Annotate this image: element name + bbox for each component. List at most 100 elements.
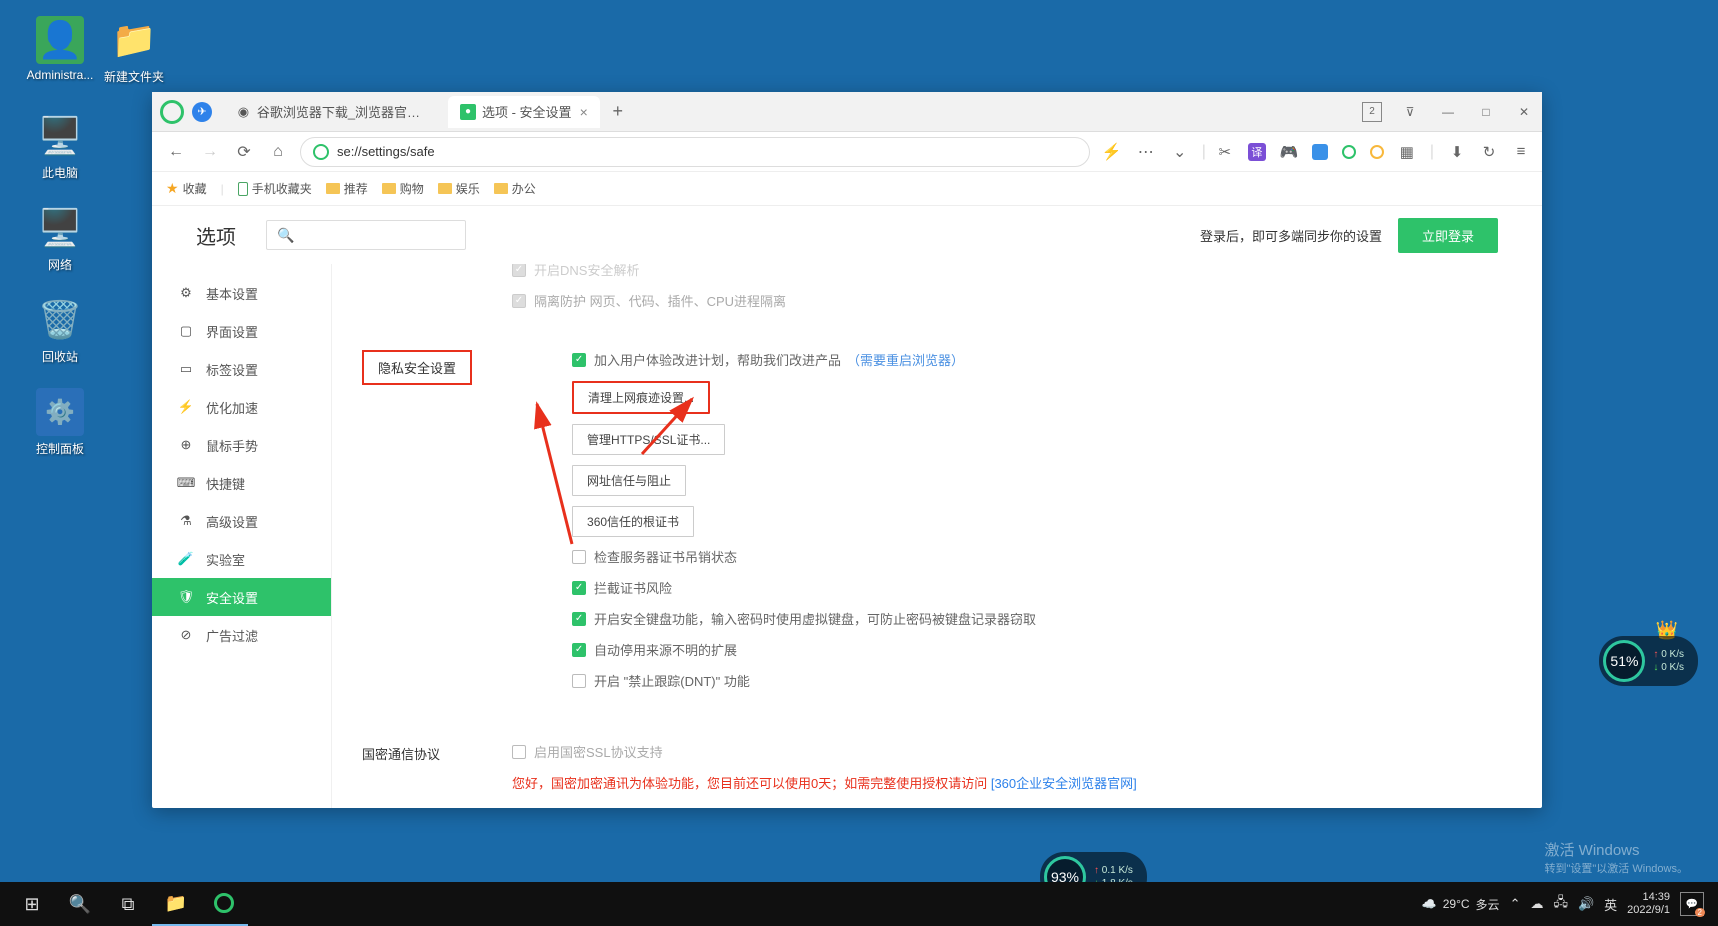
settings-content[interactable]: ✓开启DNS安全解析 ✓隔离防护 网页、代码、插件、CPU进程隔离 隐私安全设置… [332, 264, 1542, 808]
menu-icon[interactable]: ≡ [1512, 143, 1530, 161]
desktop-icon-admin[interactable]: 👤Administra... [20, 16, 100, 82]
bookmarks-bar: ★收藏 | 手机收藏夹 推荐 购物 娱乐 办公 [152, 172, 1542, 206]
url-text: se://settings/safe [337, 144, 435, 159]
login-button[interactable]: 立即登录 [1398, 218, 1498, 253]
desktop-icon-controlpanel[interactable]: ⚙️控制面板 [20, 388, 100, 457]
weather-desc: 多云 [1476, 896, 1500, 913]
pin-icon[interactable]: ⊽ [1400, 102, 1420, 122]
bookmark-folder-entertainment[interactable]: 娱乐 [438, 180, 480, 197]
sidebar-item-mouse[interactable]: ⊕鼠标手势 [152, 426, 331, 464]
reload-button[interactable]: ⟳ [232, 140, 256, 164]
settings-tab-icon: ● [460, 104, 476, 120]
search-button[interactable]: 🔍 [56, 882, 104, 926]
start-button[interactable]: ⊞ [8, 882, 56, 926]
tray-volume-icon[interactable]: 🔊 [1578, 896, 1594, 912]
sidebar-item-interface[interactable]: ▢界面设置 [152, 312, 331, 350]
checkbox-secure-kbd[interactable]: ✓开启安全键盘功能，输入密码时使用虚拟键盘，可防止密码被键盘记录器窃取 [572, 609, 1512, 628]
sidebar-item-speed[interactable]: ⚡优化加速 [152, 388, 331, 426]
tab-count-badge[interactable]: 2 [1362, 102, 1382, 122]
bookmark-folder-shopping[interactable]: 购物 [382, 180, 424, 197]
chevron-down-icon[interactable]: ⌄ [1168, 140, 1192, 164]
tab-chrome-download[interactable]: ◉谷歌浏览器下载_浏览器官网入口 [224, 96, 444, 128]
browser-window: ✈ ◉谷歌浏览器下载_浏览器官网入口 ● 选项 - 安全设置 × + 2 ⊽ — □… [152, 92, 1542, 808]
checkbox-icon: ✓ [512, 264, 526, 277]
close-button[interactable]: ✕ [1514, 102, 1534, 122]
forward-button[interactable]: → [198, 140, 222, 164]
monitor-badge-right[interactable]: 51% ↑ 0 K/s ↓ 0 K/s [1599, 636, 1698, 686]
bookmark-folder-office[interactable]: 办公 [494, 180, 536, 197]
clock[interactable]: 14:392022/9/1 [1627, 891, 1670, 917]
scissors-icon[interactable]: ✂ [1216, 143, 1234, 161]
ext1-icon[interactable] [1312, 144, 1328, 160]
tab-title: 选项 - 安全设置 [482, 102, 572, 121]
task-view-button[interactable]: ⧉ [104, 882, 152, 926]
notification-button[interactable]: 💬 [1680, 892, 1704, 916]
bookmark-label: 收藏 [183, 180, 207, 197]
home-button[interactable]: ⌂ [266, 140, 290, 164]
weather-widget[interactable]: ☁️29°C多云 [1422, 896, 1500, 913]
desktop-icon-newfolder[interactable]: 📁新建文件夹 [94, 16, 174, 85]
desktop-icon-thispc[interactable]: 🖥️此电脑 [20, 112, 100, 181]
annotation-arrow-1 [512, 394, 592, 554]
translate-icon[interactable]: 译 [1248, 143, 1266, 161]
section-label-guomi: 国密通信协议 [362, 742, 512, 763]
close-icon[interactable]: × [580, 104, 588, 120]
checkbox-join-ux[interactable]: ✓加入用户体验改进计划，帮助我们改进产品（需要重启浏览器） [572, 350, 1512, 369]
sidebar-item-shortcuts[interactable]: ⌨快捷键 [152, 464, 331, 502]
download-icon[interactable]: ⬇ [1448, 143, 1466, 161]
bookmark-folder-recommend[interactable]: 推荐 [326, 180, 368, 197]
checkbox-isolation[interactable]: ✓隔离防护 网页、代码、插件、CPU进程隔离 [512, 291, 1512, 310]
checkbox-icon: ✓ [572, 612, 586, 626]
maximize-button[interactable]: □ [1476, 102, 1496, 122]
back-button[interactable]: ← [164, 140, 188, 164]
apps-icon[interactable]: ▦ [1398, 143, 1416, 161]
sidebar-item-adblock[interactable]: ⊘广告过滤 [152, 616, 331, 654]
url-input[interactable]: se://settings/safe [300, 137, 1090, 167]
game-icon[interactable]: 🎮 [1280, 143, 1298, 161]
tabs-icon: ▭ [178, 361, 194, 377]
desktop-icon-network[interactable]: 🖥️网络 [20, 204, 100, 273]
bookmark-favorites[interactable]: ★收藏 [166, 180, 207, 197]
tab-settings-safe[interactable]: ● 选项 - 安全设置 × [448, 96, 600, 128]
sidebar-item-advanced[interactable]: ⚗高级设置 [152, 502, 331, 540]
tray-onedrive-icon[interactable]: ☁ [1530, 896, 1543, 912]
checkbox-label: 检查服务器证书吊销状态 [594, 547, 737, 566]
guomi-link[interactable]: [360企业安全浏览器官网] [991, 776, 1137, 791]
sidebar-item-security[interactable]: 🛡安全设置 [152, 578, 331, 616]
checkbox-icon: ✓ [572, 353, 586, 367]
minimize-button[interactable]: — [1438, 102, 1458, 122]
monitor-down: 0 K/s [1661, 662, 1684, 673]
sidebar-item-tabs[interactable]: ▭标签设置 [152, 350, 331, 388]
sidebar-item-basic[interactable]: ⚙基本设置 [152, 274, 331, 312]
window-icon: ▢ [178, 323, 194, 339]
new-tab-button[interactable]: + [604, 98, 632, 126]
sync-badge-icon[interactable]: ✈ [192, 102, 212, 122]
browser-taskbar-button[interactable] [200, 882, 248, 926]
history-icon[interactable]: ↻ [1480, 143, 1498, 161]
tray-chevron-icon[interactable]: ⌃ [1510, 896, 1521, 912]
explorer-taskbar-button[interactable]: 📁 [152, 882, 200, 926]
checkbox-disable-ext[interactable]: ✓自动停用来源不明的扩展 [572, 640, 1512, 659]
checkbox-guomi-enable[interactable]: 启用国密SSL协议支持 [512, 742, 1512, 761]
checkbox-revoke[interactable]: 检查服务器证书吊销状态 [572, 547, 1512, 566]
tray-network-icon[interactable]: 🖧 [1553, 893, 1568, 915]
checkbox-icon: ✓ [572, 581, 586, 595]
ext3-icon[interactable] [1370, 145, 1384, 159]
keyboard-icon: ⌨ [178, 475, 194, 491]
ime-indicator[interactable]: 英 [1604, 895, 1617, 914]
sidebar-item-lab[interactable]: 🧪实验室 [152, 540, 331, 578]
desktop-icon-recyclebin[interactable]: 🗑️回收站 [20, 296, 100, 365]
more-icon[interactable]: ⋯ [1134, 140, 1158, 164]
star-icon: ★ [166, 180, 179, 197]
settings-search-input[interactable]: 🔍 [266, 220, 466, 250]
advanced-icon: ⚗ [178, 513, 194, 529]
bookmark-mobile[interactable]: 手机收藏夹 [238, 180, 312, 197]
checkbox-dns[interactable]: ✓开启DNS安全解析 [512, 264, 1512, 279]
checkbox-dnt[interactable]: 开启 "禁止跟踪(DNT)" 功能 [572, 671, 1512, 690]
ext2-icon[interactable] [1342, 145, 1356, 159]
sidebar-item-label: 优化加速 [206, 398, 258, 417]
sidebar-item-label: 基本设置 [206, 284, 258, 303]
mobile-icon [238, 182, 248, 196]
flash-icon[interactable]: ⚡ [1100, 140, 1124, 164]
checkbox-cert-risk[interactable]: ✓拦截证书风险 [572, 578, 1512, 597]
